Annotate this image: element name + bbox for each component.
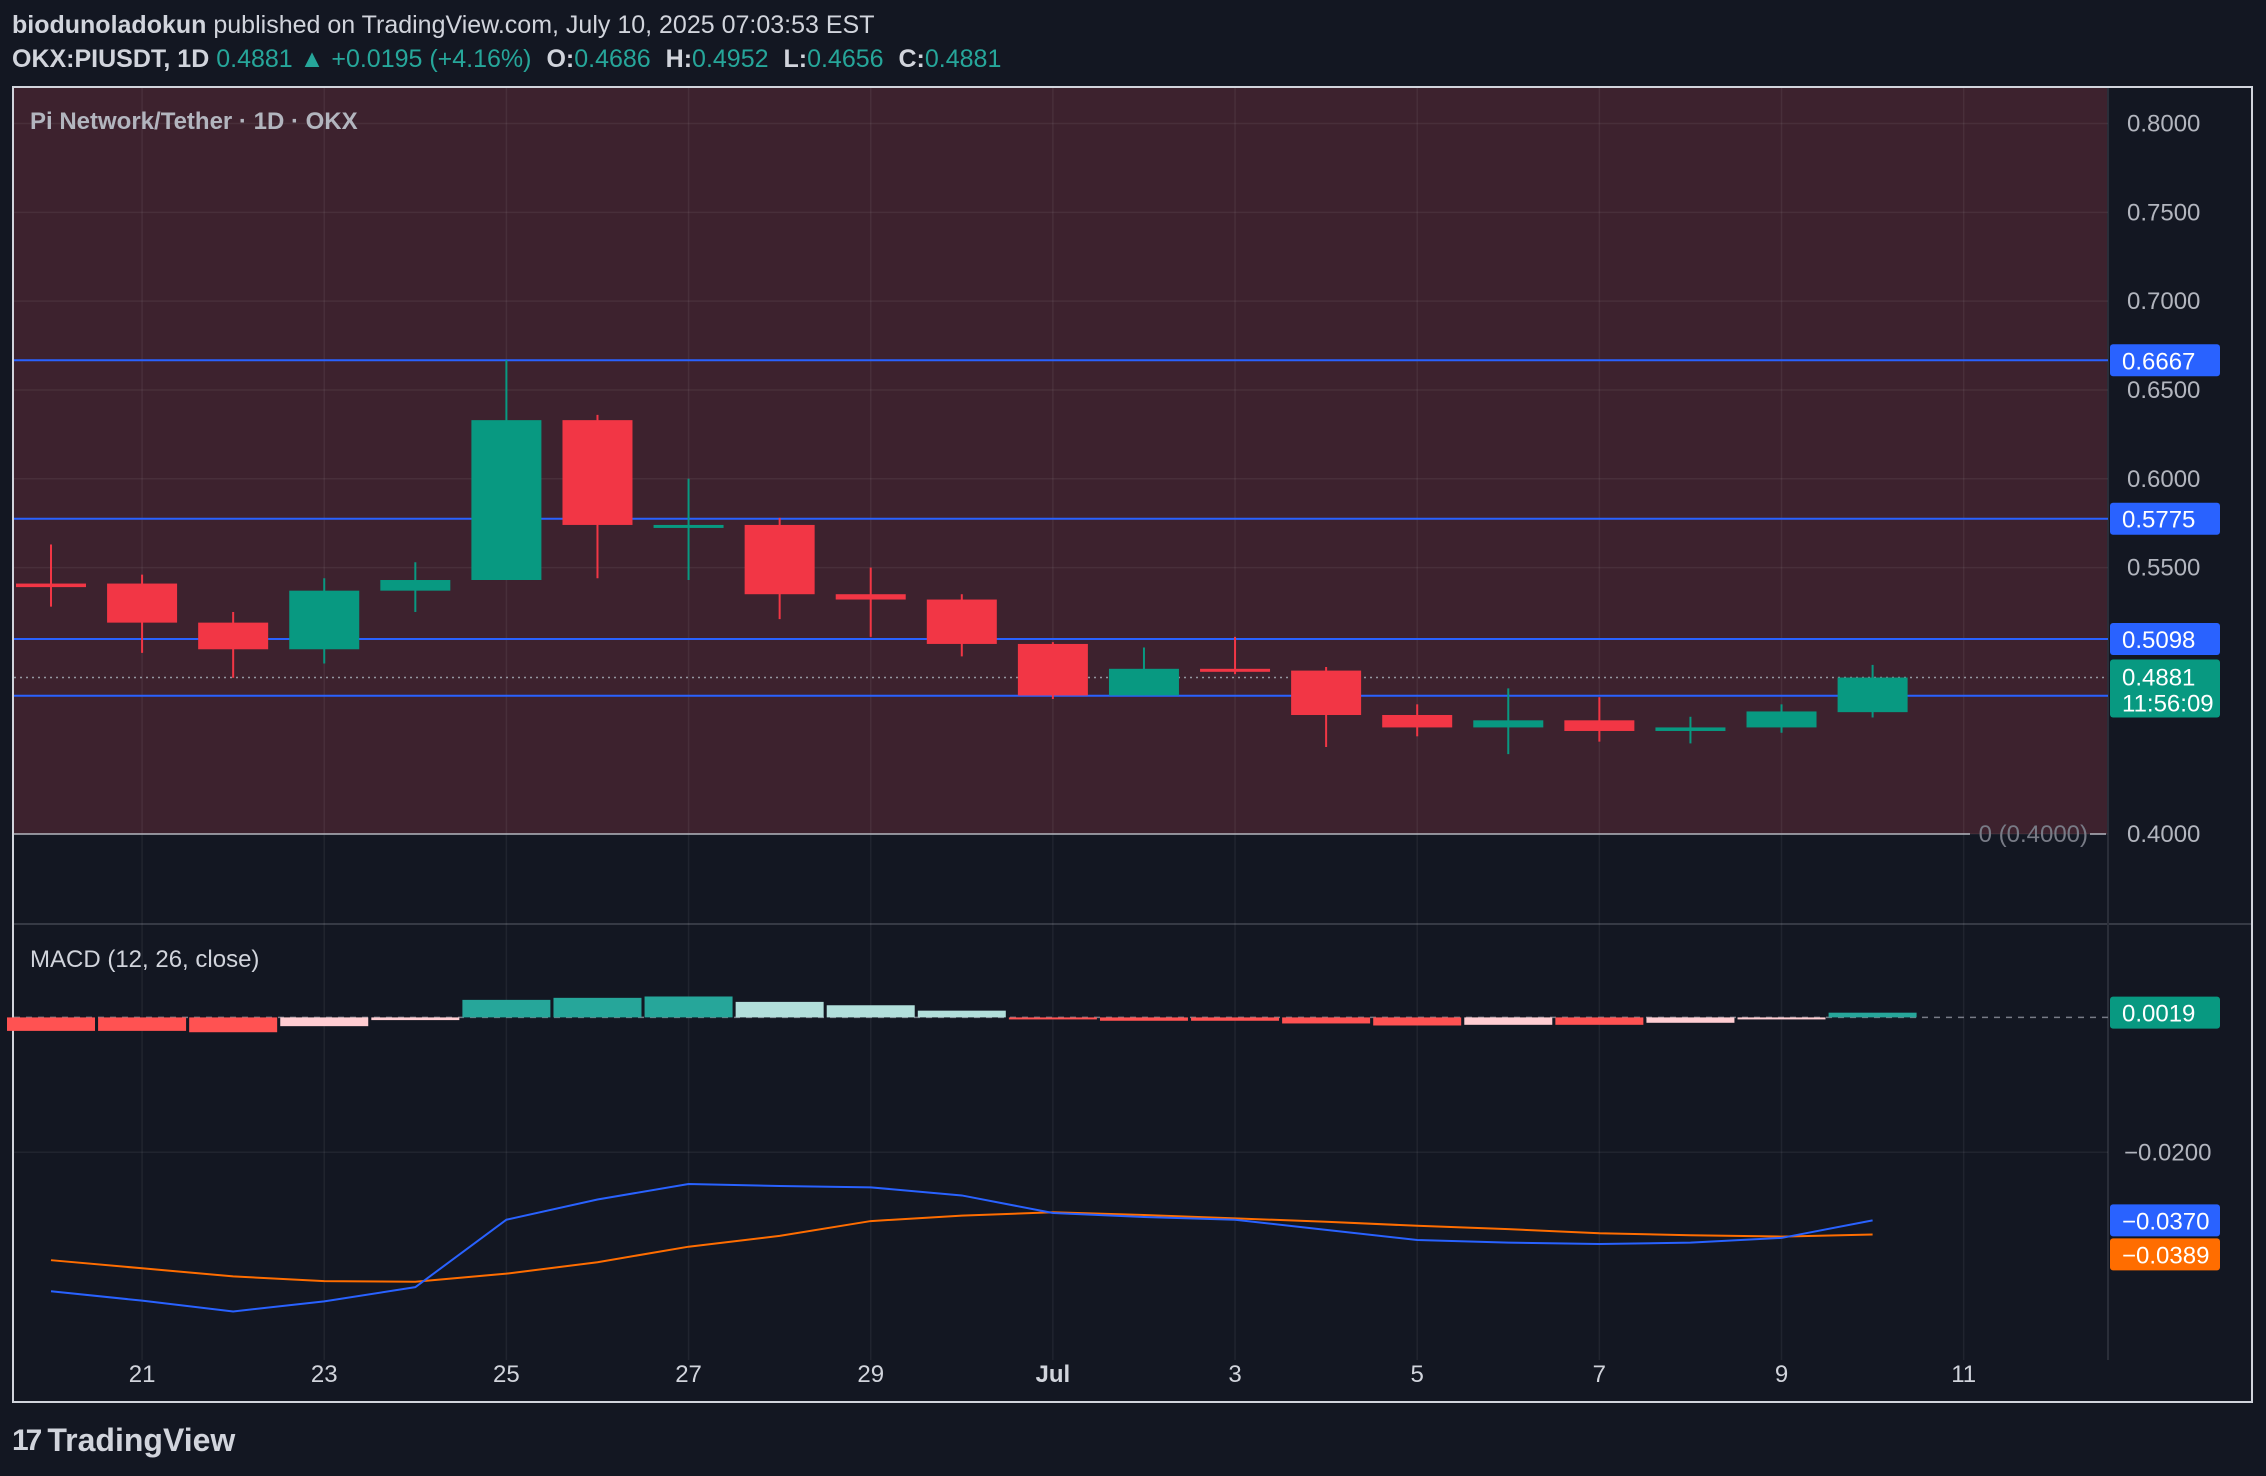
histogram-bar — [280, 1017, 369, 1027]
histogram-bar — [1737, 1017, 1826, 1020]
candle-body — [1108, 668, 1179, 696]
price-tick-label: 0.7000 — [2127, 288, 2200, 315]
histogram-bar — [735, 1001, 824, 1018]
histogram-bar — [98, 1017, 187, 1031]
price-level-text: 0.5098 — [2122, 627, 2195, 654]
histogram-bar — [371, 1017, 460, 1021]
histogram-bar — [917, 1010, 1006, 1018]
x-tick-label: 7 — [1593, 1361, 1606, 1388]
chart-canvas[interactable]: 0 (0.4000) 21 23 25 27 29 Jul 3 5 7 9 11 0.8000 0.75… — [0, 0, 2266, 1476]
last-price-text: 0.4881 — [2122, 665, 2195, 692]
price-tick-label: 0.6500 — [2127, 377, 2200, 404]
histogram-bar — [1828, 1012, 1917, 1018]
histogram-bar — [189, 1017, 278, 1033]
x-tick-label: 27 — [675, 1361, 702, 1388]
countdown-text: 11:56:09 — [2122, 691, 2214, 718]
candle-body — [107, 583, 178, 623]
candle-body — [562, 420, 633, 525]
candle-body — [380, 580, 451, 591]
price-tick-label: 0.6000 — [2127, 466, 2200, 493]
macd-histogram — [7, 996, 2108, 1033]
histogram-bar — [1282, 1017, 1371, 1024]
candle-body — [1746, 711, 1817, 728]
x-tick-label: 29 — [857, 1361, 884, 1388]
x-tick-label: 25 — [493, 1361, 520, 1388]
tradingview-logo-icon: 17 — [12, 1423, 42, 1457]
histogram-bar — [1464, 1017, 1553, 1025]
candle-body — [926, 599, 997, 644]
histogram-bar — [1008, 1017, 1097, 1020]
candle-body — [471, 420, 542, 581]
candle-body — [16, 583, 86, 588]
macd-pane-title: MACD (12, 26, close) — [30, 946, 259, 973]
candle-body — [1200, 668, 1271, 672]
candle-body — [744, 524, 815, 595]
x-tick-label: 23 — [311, 1361, 338, 1388]
x-tick-label: 21 — [129, 1361, 156, 1388]
x-tick-label: 3 — [1228, 1361, 1241, 1388]
x-tick-label: 5 — [1411, 1361, 1424, 1388]
price-tick-label: 0.4000 — [2127, 821, 2200, 848]
histogram-bar — [1099, 1017, 1188, 1021]
histogram-bar — [1555, 1017, 1644, 1025]
histogram-bar — [644, 996, 733, 1018]
histogram-bar — [1646, 1017, 1735, 1023]
histogram-bar — [7, 1017, 95, 1031]
price-tick-label: 0.5500 — [2127, 555, 2200, 582]
histogram-bar — [1373, 1017, 1462, 1026]
signal-value-text: −0.0389 — [2122, 1242, 2209, 1269]
candle-body — [1291, 670, 1362, 715]
price-level-text: 0.6667 — [2122, 348, 2195, 375]
candle-body — [1837, 677, 1908, 713]
histogram-bar — [826, 1005, 915, 1018]
x-tick-label: 11 — [1951, 1361, 1976, 1388]
price-tick-label: 0.7500 — [2127, 199, 2200, 226]
histogram-bar — [553, 997, 642, 1018]
histogram-bar — [1191, 1017, 1280, 1021]
candle-body — [198, 622, 269, 650]
candle-body — [1473, 720, 1544, 728]
x-tick-label: 9 — [1775, 1361, 1788, 1388]
candle-body — [1564, 720, 1635, 731]
candle-body — [1017, 643, 1088, 696]
histogram-value-text: 0.0019 — [2122, 1001, 2195, 1028]
tradingview-logo-text: TradingView — [47, 1422, 236, 1458]
price-level-text: 0.5775 — [2122, 507, 2195, 534]
macd-value-text: −0.0370 — [2122, 1208, 2209, 1235]
x-tick-label: Jul — [1036, 1361, 1071, 1388]
tradingview-logo[interactable]: 17 TradingView — [12, 1422, 235, 1459]
candle-body — [1655, 727, 1726, 731]
candle-body — [835, 594, 906, 600]
price-pane-title: Pi Network/Tether · 1D · OKX — [30, 108, 358, 135]
price-tick-label: 0.8000 — [2127, 111, 2200, 138]
candle-body — [1382, 714, 1453, 728]
baseline-label: 0 (0.4000) — [1979, 821, 2088, 848]
candle-body — [653, 524, 724, 528]
macd-tick-label: −0.0200 — [2124, 1139, 2211, 1166]
candle-body — [289, 590, 360, 650]
histogram-bar — [462, 999, 551, 1018]
